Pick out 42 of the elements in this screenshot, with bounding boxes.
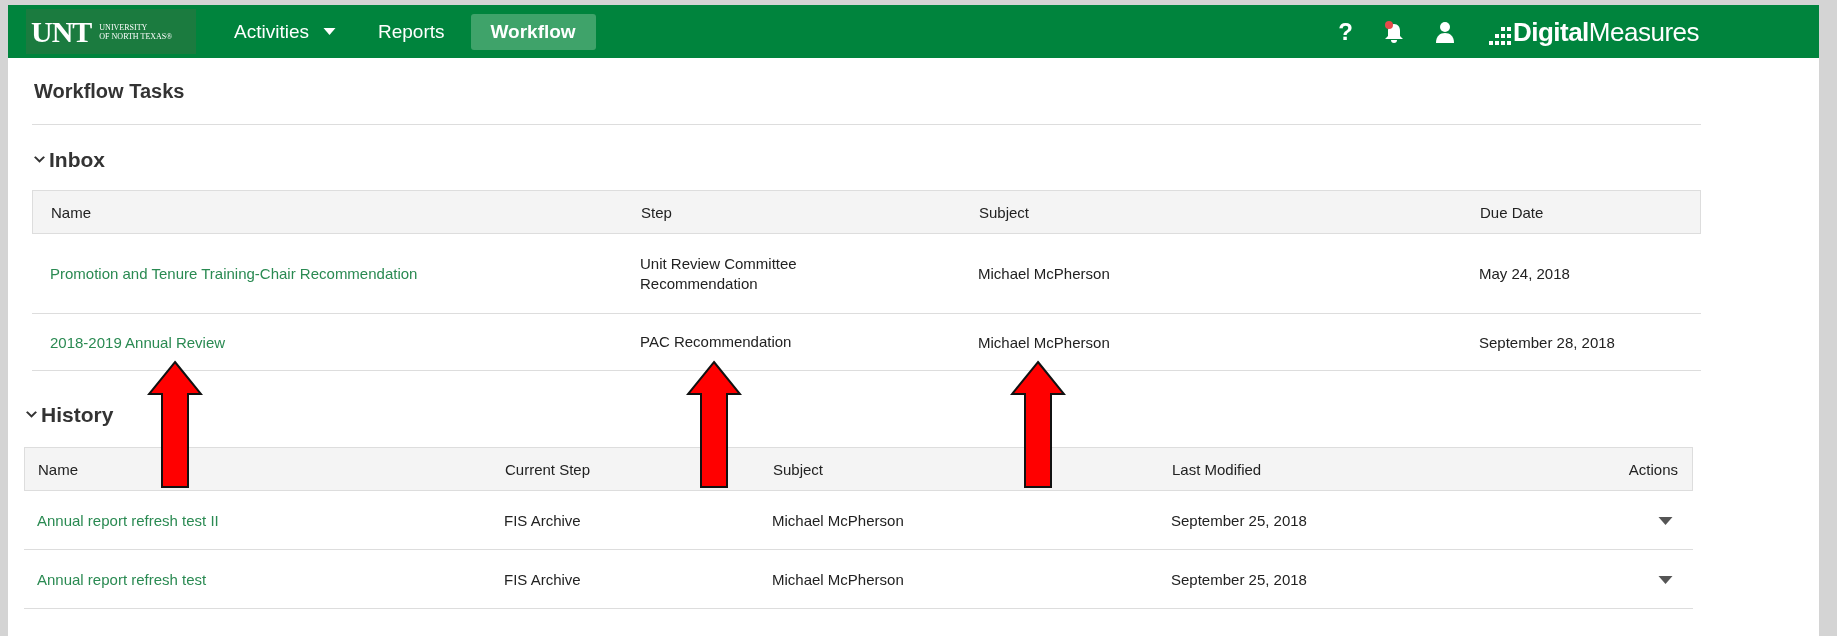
table-cell-text: Michael McPherson [977,333,1111,351]
column-header: Name [50,203,92,221]
table-cell-text: September 25, 2018 [1170,570,1308,588]
table-cell-text: PAC Recommendation [639,332,793,352]
nav-tab[interactable]: Reports [361,13,461,50]
caret-icon [1658,576,1673,584]
page-title: Workflow Tasks [32,58,1701,125]
nav-tab[interactable]: Workflow [470,13,596,50]
column-header: Subject [772,460,825,478]
column-header: Due Date [1479,203,1545,221]
task-link[interactable]: Annual report refresh test [24,570,491,588]
column-header: Actions [1627,460,1679,478]
column-header: Name [37,460,79,478]
brand-name: DigitalMeasures [1512,17,1699,46]
table-cell-text: FIS Archive [503,511,582,529]
column-header: Subject [978,203,1031,221]
table-cell-text: FIS Archive [503,570,582,588]
table-cell-text: Michael McPherson [771,511,905,529]
task-link[interactable]: Annual report refresh test II [24,511,491,529]
task-link[interactable]: 2018-2019 Annual Review [32,333,622,351]
bell-icon[interactable] [1382,19,1405,44]
section-title: History [41,403,114,427]
column-header: Last Modified [1171,460,1263,478]
help-button[interactable]: ? [1338,17,1353,46]
table-cell-text: September 28, 2018 [1478,333,1616,351]
chevron-icon [26,411,37,419]
table-cell-text: Michael McPherson [771,570,905,588]
collapse-toggle[interactable] [26,411,37,419]
table-cell-text: Unit Review Committee Recommendation [639,253,798,294]
dots-logo-icon [1488,25,1511,46]
table-cell-text: September 25, 2018 [1170,511,1308,529]
table-cell-text: May 24, 2018 [1478,265,1571,282]
column-header: Step [640,203,673,221]
nav-tab[interactable]: Activities [218,13,352,50]
user-icon[interactable] [1434,20,1455,43]
collapse-toggle[interactable] [34,156,45,164]
task-link[interactable]: Promotion and Tenure Training-Chair Recommendation [32,265,622,282]
chevron-icon [34,156,45,164]
caret-icon [1658,517,1673,525]
column-header: Current Step [504,460,592,478]
table-cell-text: Michael McPherson [977,265,1111,282]
section-title: Inbox [49,148,105,172]
